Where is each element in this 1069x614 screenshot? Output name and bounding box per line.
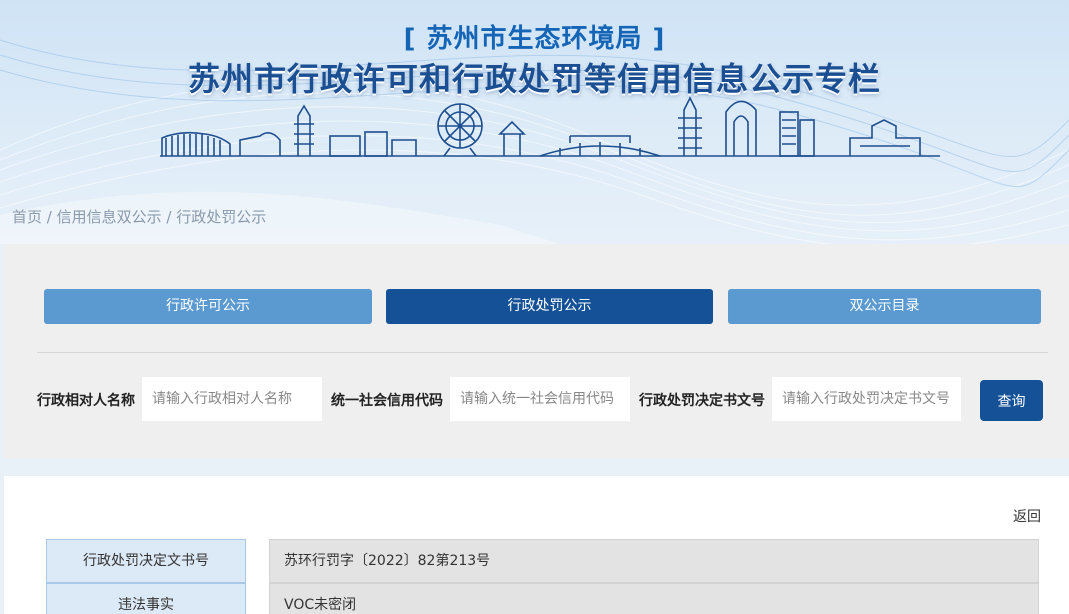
decision-number-label: 行政处罚决定书文号 — [639, 393, 765, 409]
penalty-detail-section: 返回 行政处罚决定文书号 苏环行罚字〔2022〕82第213号 违法事实 VOC… — [4, 476, 1069, 614]
breadcrumb-current[interactable]: 行政处罚公示 — [176, 208, 266, 226]
breadcrumb-home-link[interactable]: 首页 — [12, 208, 42, 226]
party-name-label: 行政相对人名称 — [37, 393, 135, 409]
tab-dual-disclosure-catalog[interactable]: 双公示目录 — [728, 289, 1041, 324]
back-link[interactable]: 返回 — [1013, 506, 1041, 526]
panel-divider — [37, 352, 1048, 353]
city-skyline-illustration — [160, 96, 940, 157]
detail-row-key: 违法事实 — [46, 583, 246, 614]
breadcrumb-separator: / — [161, 208, 177, 226]
detail-row-value: 苏环行罚字〔2022〕82第213号 — [269, 539, 1039, 583]
detail-row: 行政处罚决定文书号 苏环行罚字〔2022〕82第213号 — [46, 539, 1039, 583]
page-title: 苏州市行政许可和行政处罚等信用信息公示专栏 — [187, 60, 881, 98]
decision-number-input[interactable] — [772, 377, 961, 421]
credit-code-label: 统一社会信用代码 — [331, 393, 443, 409]
tab-administrative-penalty[interactable]: 行政处罚公示 — [386, 289, 713, 324]
header-banner: [ 苏州市生态环境局 ] 苏州市行政许可和行政处罚等信用信息公示专栏 首页 / … — [0, 0, 1069, 244]
agency-title: [ 苏州市生态环境局 ] — [403, 24, 666, 54]
breadcrumb-separator: / — [42, 208, 57, 226]
tab-administrative-license[interactable]: 行政许可公示 — [44, 289, 372, 324]
detail-row-value: VOC未密闭 — [269, 583, 1039, 614]
detail-row-key: 行政处罚决定文书号 — [46, 539, 246, 583]
credit-code-input[interactable] — [450, 377, 630, 421]
breadcrumb: 首页 / 信用信息双公示 / 行政处罚公示 — [12, 206, 266, 227]
party-name-input[interactable] — [142, 377, 322, 421]
search-panel: 行政许可公示 行政处罚公示 双公示目录 行政相对人名称 统一社会信用代码 行政处… — [4, 244, 1069, 458]
detail-row: 违法事实 VOC未密闭 — [46, 583, 1039, 614]
query-button[interactable]: 查询 — [980, 380, 1043, 421]
breadcrumb-credit-link[interactable]: 信用信息双公示 — [57, 208, 162, 226]
